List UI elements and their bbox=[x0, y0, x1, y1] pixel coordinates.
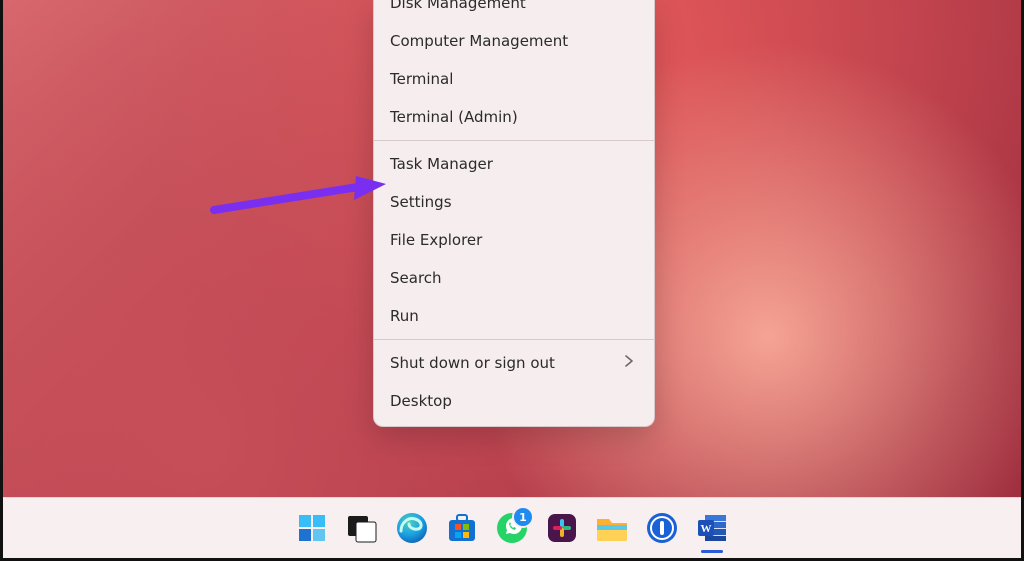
menu-separator bbox=[374, 140, 654, 141]
file-explorer-button[interactable] bbox=[594, 510, 630, 546]
menu-item-label: Settings bbox=[390, 193, 452, 211]
microsoft-store-button[interactable] bbox=[444, 510, 480, 546]
start-icon bbox=[297, 513, 327, 543]
task-view-button[interactable] bbox=[344, 510, 380, 546]
menu-item-label: Computer Management bbox=[390, 32, 568, 50]
menu-item-label: File Explorer bbox=[390, 231, 482, 249]
edge-button[interactable] bbox=[394, 510, 430, 546]
notification-badge: 1 bbox=[512, 506, 534, 528]
annotation-arrow bbox=[208, 170, 388, 230]
menu-item-label: Terminal bbox=[390, 70, 453, 88]
svg-text:W: W bbox=[701, 523, 712, 535]
menu-item-task-manager[interactable]: Task Manager bbox=[374, 145, 654, 183]
task-view-icon bbox=[347, 513, 377, 543]
menu-item-settings[interactable]: Settings bbox=[374, 183, 654, 221]
chevron-right-icon bbox=[624, 355, 634, 371]
start-button[interactable] bbox=[294, 510, 330, 546]
slack-button[interactable] bbox=[544, 510, 580, 546]
menu-item-terminal[interactable]: Terminal bbox=[374, 60, 654, 98]
edge-icon bbox=[395, 511, 429, 545]
menu-item-run[interactable]: Run bbox=[374, 297, 654, 335]
menu-item-disk-management[interactable]: Disk Management bbox=[374, 0, 654, 22]
menu-item-label: Disk Management bbox=[390, 0, 526, 12]
menu-item-label: Run bbox=[390, 307, 419, 325]
menu-item-file-explorer[interactable]: File Explorer bbox=[374, 221, 654, 259]
menu-item-label: Shut down or sign out bbox=[390, 354, 555, 372]
menu-item-desktop[interactable]: Desktop bbox=[374, 382, 654, 420]
1password-icon bbox=[646, 512, 678, 544]
menu-item-search[interactable]: Search bbox=[374, 259, 654, 297]
taskbar: 1 W bbox=[3, 497, 1021, 558]
menu-separator bbox=[374, 339, 654, 340]
active-app-indicator bbox=[701, 550, 723, 553]
menu-item-terminal-admin[interactable]: Terminal (Admin) bbox=[374, 98, 654, 136]
menu-item-shutdown-signout[interactable]: Shut down or sign out bbox=[374, 344, 654, 382]
menu-item-label: Desktop bbox=[390, 392, 452, 410]
file-explorer-icon bbox=[595, 513, 629, 543]
menu-item-computer-management[interactable]: Computer Management bbox=[374, 22, 654, 60]
whatsapp-button[interactable]: 1 bbox=[494, 510, 530, 546]
word-icon: W bbox=[696, 512, 728, 544]
word-button[interactable]: W bbox=[694, 510, 730, 546]
slack-icon bbox=[546, 512, 578, 544]
1password-button[interactable] bbox=[644, 510, 680, 546]
menu-item-label: Search bbox=[390, 269, 442, 287]
microsoft-store-icon bbox=[446, 512, 478, 544]
menu-item-label: Terminal (Admin) bbox=[390, 108, 518, 126]
menu-item-label: Task Manager bbox=[390, 155, 493, 173]
winx-context-menu: Disk Management Computer Management Term… bbox=[373, 0, 655, 427]
